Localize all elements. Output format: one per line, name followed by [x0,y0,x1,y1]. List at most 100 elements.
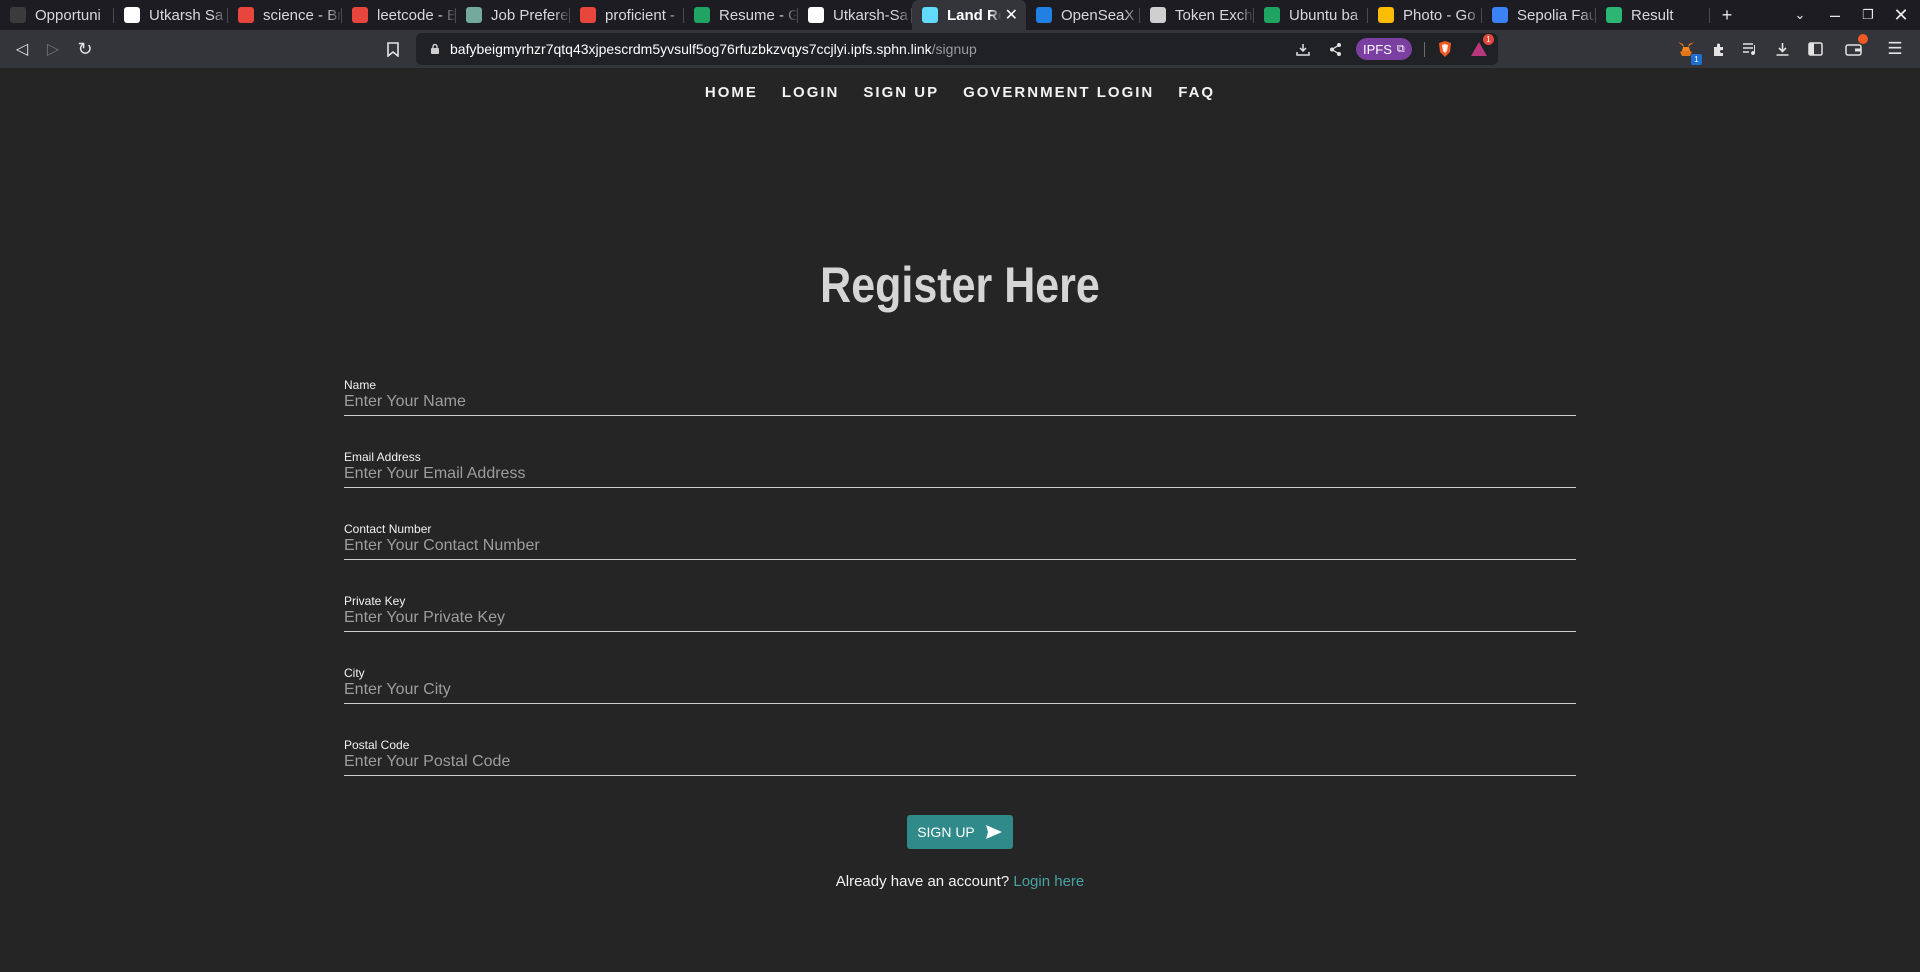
browser-tab[interactable]: Result [1596,0,1710,30]
window-close-button[interactable]: ✕ [1888,0,1914,30]
tab-title: Photo - Go [1403,6,1476,24]
browser-tab[interactable]: Land Re ✕ [912,0,1026,30]
tab-title: Utkarsh-Sa [833,6,909,24]
brave-search-icon [238,7,254,23]
url-text[interactable]: bafybeigmyrhzr7qtq43xjpescrdm5yvsulf5og7… [450,41,977,57]
tab-strip: Opportuni Utkarsh Sa science - Br leetcode … [0,0,1920,30]
page-title: Register Here [820,257,1100,313]
browser-tab[interactable]: OpenSeaX [1026,0,1140,30]
bookmark-icon[interactable] [382,38,404,60]
brave-rewards-icon[interactable]: 1 [1468,34,1494,60]
address-bar[interactable]: bafybeigmyrhzr7qtq43xjpescrdm5yvsulf5og7… [416,33,1498,65]
globe-icon [1150,7,1166,23]
nav-link-home[interactable]: HOME [705,84,758,101]
sign-up-button-label: SIGN UP [917,824,975,840]
email-address-input[interactable] [344,460,1576,488]
name-field: Name [344,378,1576,450]
browser-tab[interactable]: Sepolia Fau [1482,0,1596,30]
google-photos-icon [1378,7,1394,23]
metamask-icon[interactable]: 1 [1675,38,1702,65]
github-icon [808,7,824,23]
browser-tab[interactable]: Resume - G [684,0,798,30]
browser-tab[interactable]: Job Prefere [456,0,570,30]
nav-link-faq[interactable]: FAQ [1178,84,1215,101]
ipfs-badge[interactable]: IPFS ⧉ [1356,38,1412,60]
sidebar-icon[interactable] [1804,38,1826,60]
login-prompt: Already have an account? Login here [0,873,1920,890]
browser-tab[interactable]: proficient - [570,0,684,30]
tab-title: proficient - [605,6,676,24]
url-host: bafybeigmyrhzr7qtq43xjpescrdm5yvsulf5og7… [450,41,932,57]
city-input[interactable] [344,676,1576,704]
tab-title: Utkarsh Sa [149,6,224,24]
lock-icon[interactable] [424,38,446,60]
downloads-icon[interactable] [1771,38,1793,60]
wallet-icon[interactable] [1843,34,1868,60]
tab-title: OpenSeaX [1061,6,1135,24]
tab-close-icon[interactable]: ✕ [1005,5,1018,25]
browser-tab[interactable]: Utkarsh-Sa [798,0,912,30]
tab-title: leetcode - B [377,6,456,24]
tab-title: science - Br [263,6,342,24]
name-input[interactable] [344,388,1576,416]
nav-link-login[interactable]: LOGIN [782,84,840,101]
browser-tab[interactable]: Ubuntu ba [1254,0,1368,30]
restore-button[interactable]: ❐ [1855,0,1881,30]
extensions-icon[interactable] [1708,38,1730,60]
nav-link-sign-up[interactable]: SIGN UP [863,84,939,101]
back-icon[interactable]: ◁ [11,38,33,60]
tab-list: Opportuni Utkarsh Sa science - Br leetcode … [0,0,1710,30]
new-tab-button[interactable]: + [1714,0,1740,30]
tab-title: Token Exch [1175,6,1253,24]
notification-count: 1 [1483,34,1494,45]
tab-title: Land Re [947,6,1001,24]
share-icon[interactable] [1324,38,1346,60]
postal-code-input[interactable] [344,748,1576,776]
signup-form: NameEmail AddressContact NumberPrivate K… [344,378,1576,810]
browser-tab[interactable]: Opportuni [0,0,114,30]
web-icon [124,7,140,23]
brave-shields-icon[interactable] [1434,38,1456,60]
google-drive-icon [1264,7,1280,23]
minimize-button[interactable]: – [1822,0,1848,30]
nav-link-government-login[interactable]: GOVERNMENT LOGIN [963,84,1154,101]
city-field: City [344,666,1576,738]
external-link-icon: ⧉ [1396,42,1405,55]
brave-search-icon [352,7,368,23]
contact-number-input[interactable] [344,532,1576,560]
browser-toolbar: ◁ ▷ ↻ bafybeigmyrhzr7qtq43xjpescrdm5yvsu… [0,30,1920,68]
menu-icon[interactable]: ☰ [1884,38,1906,60]
alchemy-icon [1492,7,1508,23]
wallet-badge-dot [1858,34,1868,44]
divider [1424,42,1425,57]
site-nav: HOME LOGIN SIGN UP GOVERNMENT LOGIN FAQ [0,84,1920,101]
postal-code-field: Postal Code [344,738,1576,810]
extension-badge: 1 [1691,54,1702,65]
playlist-icon[interactable] [1739,38,1761,60]
tab-search-chevron-icon[interactable]: ⌄ [1787,0,1813,30]
private-key-input[interactable] [344,604,1576,632]
browser-tab[interactable]: Token Exch [1140,0,1254,30]
browser-tab[interactable]: Utkarsh Sa [114,0,228,30]
send-icon [985,825,1002,839]
tab-title: Ubuntu ba [1289,6,1359,24]
page-content: HOME LOGIN SIGN UP GOVERNMENT LOGIN FAQ Regi… [0,68,1920,972]
email-address-field: Email Address [344,450,1576,522]
react-icon [922,7,938,23]
tab-title: Job Prefere [491,6,569,24]
browser-tab[interactable]: science - Br [228,0,342,30]
brave-search-icon [580,7,596,23]
reload-icon[interactable]: ↻ [74,38,96,60]
unstop-icon [10,7,26,23]
sign-up-button[interactable]: SIGN UP [907,815,1013,849]
tab-title: Resume - G [719,6,798,24]
url-path: /signup [931,41,977,57]
tab-title: Sepolia Fau [1517,6,1596,24]
browser-tab[interactable]: leetcode - B [342,0,456,30]
install-app-icon[interactable] [1292,38,1314,60]
browser-tab[interactable]: Photo - Go [1368,0,1482,30]
already-text: Already have an account? [835,873,1010,890]
login-link[interactable]: Login here [1013,873,1084,890]
forward-icon[interactable]: ▷ [42,38,64,60]
tab-title: Result [1631,6,1674,24]
